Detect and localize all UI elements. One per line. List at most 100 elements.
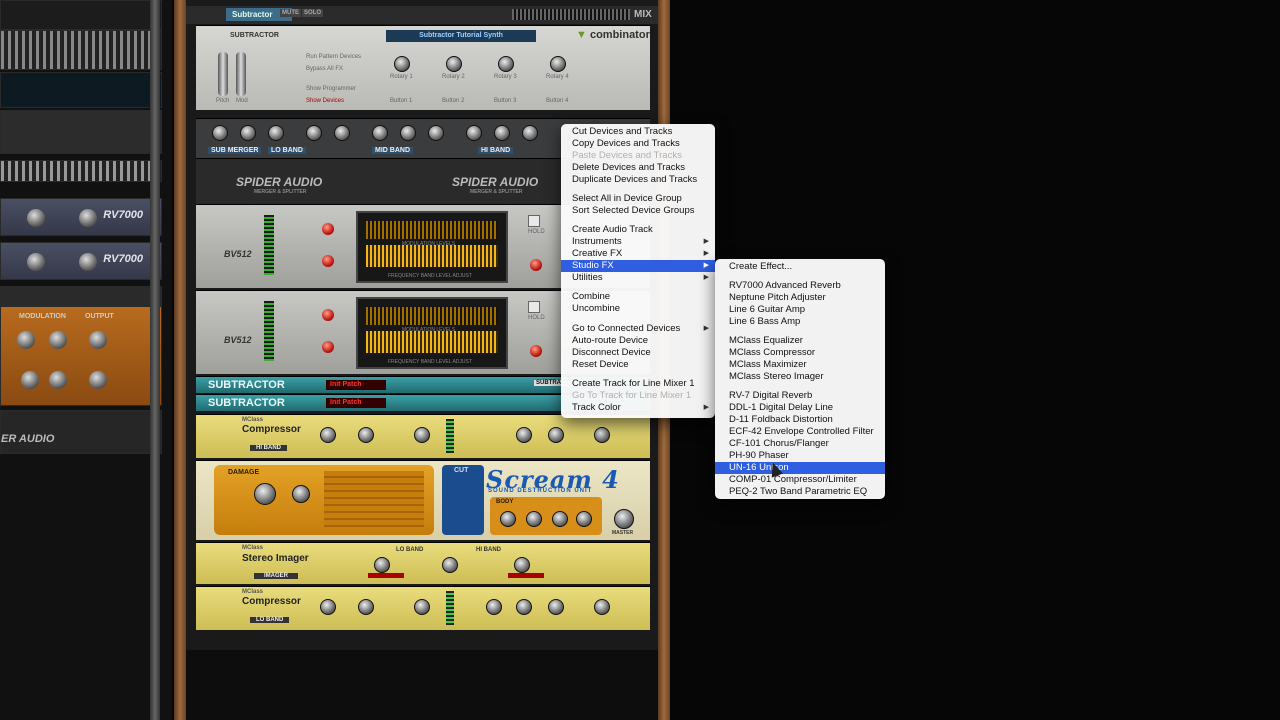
knob-icon[interactable] <box>322 309 334 321</box>
menu-item-creative-fx[interactable]: Creative FX ▶ <box>561 248 715 260</box>
knob-icon[interactable] <box>268 125 284 141</box>
submenu-item-ddl1[interactable]: DDL-1 Digital Delay Line <box>715 402 885 414</box>
button-3-label[interactable]: Button 3 <box>494 98 516 104</box>
attack-knob[interactable] <box>516 427 532 443</box>
submenu-item-line6-guitar[interactable]: Line 6 Guitar Amp <box>715 304 885 316</box>
pitch-wheel[interactable] <box>218 52 228 96</box>
submenu-item-line6-bass[interactable]: Line 6 Bass Amp <box>715 316 885 328</box>
band-level-bars[interactable] <box>366 331 498 353</box>
menu-item-uncombine[interactable]: Uncombine <box>561 303 715 315</box>
mod-wheel[interactable] <box>236 52 246 96</box>
body-scale-knob[interactable] <box>526 511 542 527</box>
knob-icon[interactable] <box>212 125 228 141</box>
damage-knob[interactable] <box>254 483 276 505</box>
menu-item-disconnect[interactable]: Disconnect Device <box>561 347 715 359</box>
threshold-knob[interactable] <box>358 427 374 443</box>
button-1-label[interactable]: Button 1 <box>390 98 412 104</box>
submenu-item-mclass-compressor[interactable]: MClass Compressor <box>715 347 885 359</box>
knob-icon[interactable] <box>322 255 334 267</box>
menu-item-utilities[interactable]: Utilities ▶ <box>561 272 715 284</box>
menu-item-select-all[interactable]: Select All in Device Group <box>561 193 715 205</box>
lo-width-knob[interactable] <box>374 557 390 573</box>
input-gain-knob[interactable] <box>320 427 336 443</box>
knob-icon[interactable] <box>530 259 542 271</box>
release-knob-2[interactable] <box>548 599 564 615</box>
knob-icon[interactable] <box>428 125 444 141</box>
menu-item-combine[interactable]: Combine <box>561 291 715 303</box>
rotary-2-knob[interactable] <box>446 56 462 72</box>
submenu-item-peq2[interactable]: PEQ-2 Two Band Parametric EQ <box>715 486 885 498</box>
rotary-4-knob[interactable] <box>550 56 566 72</box>
hold-button[interactable] <box>528 301 540 313</box>
menu-item-track-color[interactable]: Track Color ▶ <box>561 402 715 414</box>
ratio-knob[interactable] <box>414 427 430 443</box>
submenu-item-mclass-imager[interactable]: MClass Stereo Imager <box>715 371 885 383</box>
knob-icon[interactable] <box>372 125 388 141</box>
patch-display[interactable]: Init Patch <box>326 380 386 390</box>
damage-type-knob[interactable] <box>292 485 310 503</box>
menu-item-go-to-connected[interactable]: Go to Connected Devices ▶ <box>561 323 715 335</box>
knob-icon[interactable] <box>306 125 322 141</box>
attack-knob[interactable] <box>486 599 502 615</box>
side-button-1[interactable]: Run Pattern Devices <box>306 54 361 60</box>
knob-icon[interactable] <box>494 125 510 141</box>
submenu-item-mclass-eq[interactable]: MClass Equalizer <box>715 335 885 347</box>
button-4-label[interactable]: Button 4 <box>546 98 568 104</box>
submenu-item-rv7000[interactable]: RV7000 Advanced Reverb <box>715 280 885 292</box>
submenu-item-neptune[interactable]: Neptune Pitch Adjuster <box>715 292 885 304</box>
solo-button[interactable]: SOLO <box>302 9 324 17</box>
damage-type-list[interactable] <box>324 471 424 527</box>
menu-item-delete[interactable]: Delete Devices and Tracks <box>561 162 715 174</box>
menu-item-create-audio-track[interactable]: Create Audio Track <box>561 224 715 236</box>
menu-item-studio-fx[interactable]: Studio FX ▶ <box>561 260 715 272</box>
submenu-item-ecf42[interactable]: ECF-42 Envelope Controlled Filter <box>715 426 885 438</box>
rotary-1-knob[interactable] <box>394 56 410 72</box>
submenu-item-rv7[interactable]: RV-7 Digital Reverb <box>715 390 885 402</box>
side-button-4[interactable]: Show Devices <box>306 98 344 104</box>
knob-icon[interactable] <box>522 125 538 141</box>
side-button-2[interactable]: Bypass All FX <box>306 66 343 72</box>
hi-width-knob[interactable] <box>514 557 530 573</box>
submenu-item-create-effect[interactable]: Create Effect... <box>715 261 885 273</box>
knob-icon[interactable] <box>240 125 256 141</box>
crossover-knob[interactable] <box>442 557 458 573</box>
mute-button[interactable]: MUTE <box>280 9 301 17</box>
output-gain-knob[interactable] <box>594 599 610 615</box>
hold-button[interactable] <box>528 215 540 227</box>
knob-icon[interactable] <box>322 341 334 353</box>
menu-item-cut[interactable]: Cut Devices and Tracks <box>561 126 715 138</box>
menu-item-copy[interactable]: Copy Devices and Tracks <box>561 138 715 150</box>
input-gain-knob[interactable] <box>320 599 336 615</box>
band-level-bars[interactable] <box>366 245 498 267</box>
submenu-item-comp01[interactable]: COMP-01 Compressor/Limiter <box>715 474 885 486</box>
body-type-knob[interactable] <box>576 511 592 527</box>
body-auto-knob[interactable] <box>552 511 568 527</box>
knob-icon[interactable] <box>530 345 542 357</box>
patch-name-display[interactable]: Subtractor Tutorial Synth <box>386 30 536 42</box>
menu-item-auto-route[interactable]: Auto-route Device <box>561 335 715 347</box>
menu-item-duplicate[interactable]: Duplicate Devices and Tracks <box>561 174 715 186</box>
output-gain-knob[interactable] <box>594 427 610 443</box>
submenu-item-ph90[interactable]: PH-90 Phaser <box>715 450 885 462</box>
knob-icon[interactable] <box>400 125 416 141</box>
submenu-item-cf101[interactable]: CF-101 Chorus/Flanger <box>715 438 885 450</box>
ratio-knob[interactable] <box>414 599 430 615</box>
release-knob[interactable] <box>516 599 532 615</box>
menu-item-create-track-mixer[interactable]: Create Track for Line Mixer 1 <box>561 378 715 390</box>
knob-icon[interactable] <box>322 223 334 235</box>
submenu-item-mclass-maximizer[interactable]: MClass Maximizer <box>715 359 885 371</box>
knob-icon[interactable] <box>466 125 482 141</box>
side-button-3[interactable]: Show Programmer <box>306 86 356 92</box>
submenu-item-d11[interactable]: D-11 Foldback Distortion <box>715 414 885 426</box>
knob-icon[interactable] <box>334 125 350 141</box>
submenu-item-un16[interactable]: UN-16 Unison <box>715 462 885 474</box>
rotary-3-knob[interactable] <box>498 56 514 72</box>
button-2-label[interactable]: Button 2 <box>442 98 464 104</box>
menu-item-sort-groups[interactable]: Sort Selected Device Groups <box>561 205 715 217</box>
release-knob[interactable] <box>548 427 564 443</box>
master-knob[interactable] <box>614 509 634 529</box>
body-reso-knob[interactable] <box>500 511 516 527</box>
menu-item-reset[interactable]: Reset Device <box>561 359 715 371</box>
menu-item-instruments[interactable]: Instruments ▶ <box>561 236 715 248</box>
patch-display[interactable]: Init Patch <box>326 398 386 408</box>
